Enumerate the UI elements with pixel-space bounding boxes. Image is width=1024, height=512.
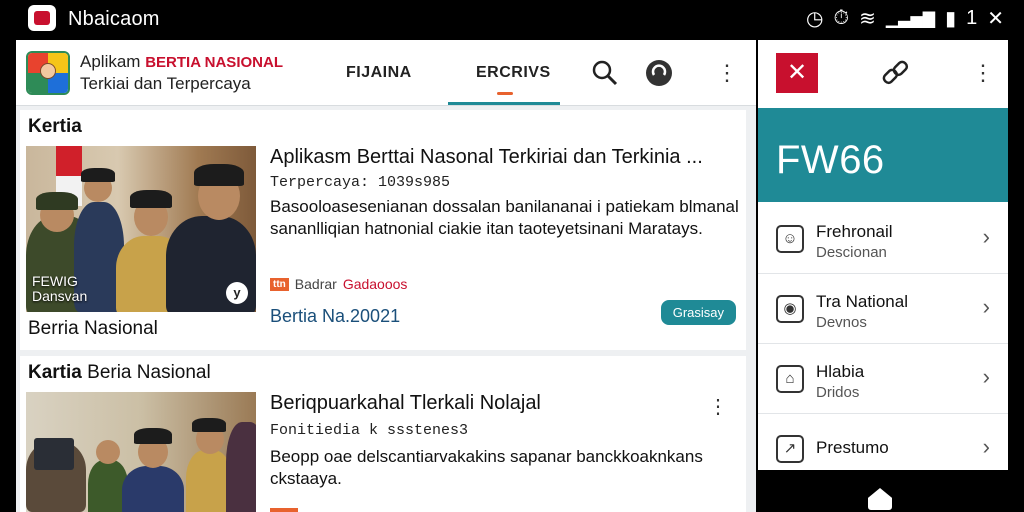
news-thumbnail[interactable]: FEWIG Dansvan y — [26, 146, 256, 312]
home-icon: ⌂ — [776, 365, 804, 393]
chart-icon: ↗ — [776, 435, 804, 463]
brand-title-highlight: BERTIA NASIONAL — [145, 54, 283, 71]
article-title[interactable]: Beriq​puarkahal Tlerkali Nolajal — [270, 392, 541, 415]
more-options-icon[interactable]: ⋮ — [708, 394, 728, 419]
card-header-rest: Beria Nasional — [87, 362, 211, 383]
side-menu-item[interactable]: ⌂ Hlabia Dridos › — [758, 344, 1008, 414]
signal-icon: ▁▃▅▇ — [885, 10, 936, 28]
thumbnail-caption-line1: FEWIG — [32, 273, 78, 289]
source-tag-icon — [270, 508, 298, 512]
wifi-icon: ≋ — [859, 8, 876, 30]
side-hero-banner: FW66 — [758, 108, 1008, 202]
side-item-subtitle: Dridos — [816, 384, 860, 401]
thumbnail-caption: FEWIG Dansvan — [32, 274, 87, 304]
news-card[interactable]: Kertia FEWIG Dansvan y Berria Nasional A… — [20, 110, 746, 350]
app-logo-icon — [26, 51, 70, 95]
chevron-right-icon: › — [982, 364, 990, 389]
side-item-title: Prestumo — [816, 438, 889, 457]
category-pill-button[interactable]: Grasisay — [660, 300, 736, 325]
news-card[interactable]: Kartia Beria Nasional Beriq​puarkahal Tl… — [20, 356, 746, 512]
source-name: Badrar — [294, 276, 337, 292]
notification-count: 1 — [966, 7, 978, 29]
news-icon: ◉ — [776, 295, 804, 323]
card-header-bold: Kartia — [28, 362, 82, 383]
alarm-icon: ◷ — [806, 8, 824, 30]
chevron-right-icon: › — [982, 434, 990, 459]
side-menu-item[interactable]: ◉ Tra National Devnos › — [758, 274, 1008, 344]
app-bar: Aplikam BERTIA NASIONAL Terkiai dan Terp… — [16, 40, 756, 106]
side-menu-item[interactable]: ↗ Prestumo › — [758, 414, 1008, 484]
tab-active-indicator — [448, 102, 560, 105]
chevron-right-icon: › — [982, 294, 990, 319]
article-title[interactable]: Aplikasm Berttai Nasonal Terkiriai dan T… — [270, 146, 703, 169]
article-summary: Beopp oae delscantiarvakakins sapanar ba… — [270, 447, 703, 488]
chat-icon[interactable] — [644, 58, 674, 88]
brand-title-part: Aplikam — [80, 52, 141, 71]
status-bar: Nbaicaom ◷ ⏱ ≋ ▁▃▅▇ ▮ 1 ✕ — [0, 0, 1024, 40]
search-icon[interactable] — [590, 58, 620, 88]
more-options-icon[interactable]: ⋮ — [968, 58, 998, 88]
side-panel-toolbar: ✕ ⋮ — [758, 40, 1008, 106]
tab-secondary[interactable]: ERCRIVS — [476, 64, 551, 82]
article-date: Bertia Na.20021 — [270, 306, 401, 326]
news-thumbnail[interactable] — [26, 392, 256, 512]
card-header: Kartia Beria Nasional — [28, 362, 211, 384]
card-header-text: Kertia — [28, 116, 82, 137]
close-icon[interactable]: ✕ — [987, 6, 1004, 31]
side-item-subtitle: Descionan — [816, 244, 887, 261]
side-item-title: Tra National — [816, 292, 908, 311]
source-code: Gadaooos — [342, 276, 408, 292]
tab-primary[interactable]: FIJAINA — [346, 64, 412, 82]
app-icon — [28, 5, 56, 31]
brand-logo-icon[interactable]: ✕ — [776, 53, 818, 93]
side-item-subtitle: Devnos — [816, 314, 867, 331]
article-meta: ttn Badrar Gadaooos — [270, 276, 407, 292]
status-bar-title: Nbaicaom — [68, 8, 160, 30]
link-icon[interactable] — [880, 58, 910, 88]
article-subtitle: Terpercaya: 1039s985 — [270, 174, 451, 191]
timer-icon: ⏱ — [833, 7, 850, 29]
card-header: Kertia — [28, 116, 82, 138]
side-item-title: Frehronail — [816, 222, 893, 241]
home-nav-icon[interactable] — [868, 488, 892, 510]
category-label: Berria Nasional — [28, 318, 158, 339]
side-menu-item[interactable]: ☺ Frehronail Descionan › — [758, 204, 1008, 274]
status-icons: ◷ ⏱ ≋ ▁▃▅▇ ▮ 1 ✕ — [806, 6, 1004, 31]
battery-icon: ▮ — [945, 8, 957, 30]
side-panel: ✕ ⋮ FW66 ☺ Frehronail Descionan › ◉ Tra … — [758, 40, 1008, 470]
chevron-right-icon: › — [982, 224, 990, 249]
article-subtitle: Fon​itiedia k ssstenes3 — [270, 422, 469, 439]
main-panel: Aplikam BERTIA NASIONAL Terkiai dan Terp… — [16, 40, 756, 512]
tab-active-dot — [497, 92, 513, 95]
article-summary: Basooloasesenianan dossalan banilananai … — [270, 197, 739, 238]
person-icon: ☺ — [776, 225, 804, 253]
thumbnail-caption-line2: Dansvan — [32, 288, 88, 304]
thumbnail-badge[interactable]: y — [226, 282, 248, 304]
brand-title: Aplikam BERTIA NASIONAL — [80, 52, 283, 72]
more-options-icon[interactable]: ⋮ — [712, 58, 742, 88]
source-tag: ttn — [270, 277, 289, 291]
brand-subtitle: Terkiai dan Terpercaya — [80, 74, 251, 93]
side-item-title: Hlabia — [816, 362, 865, 381]
